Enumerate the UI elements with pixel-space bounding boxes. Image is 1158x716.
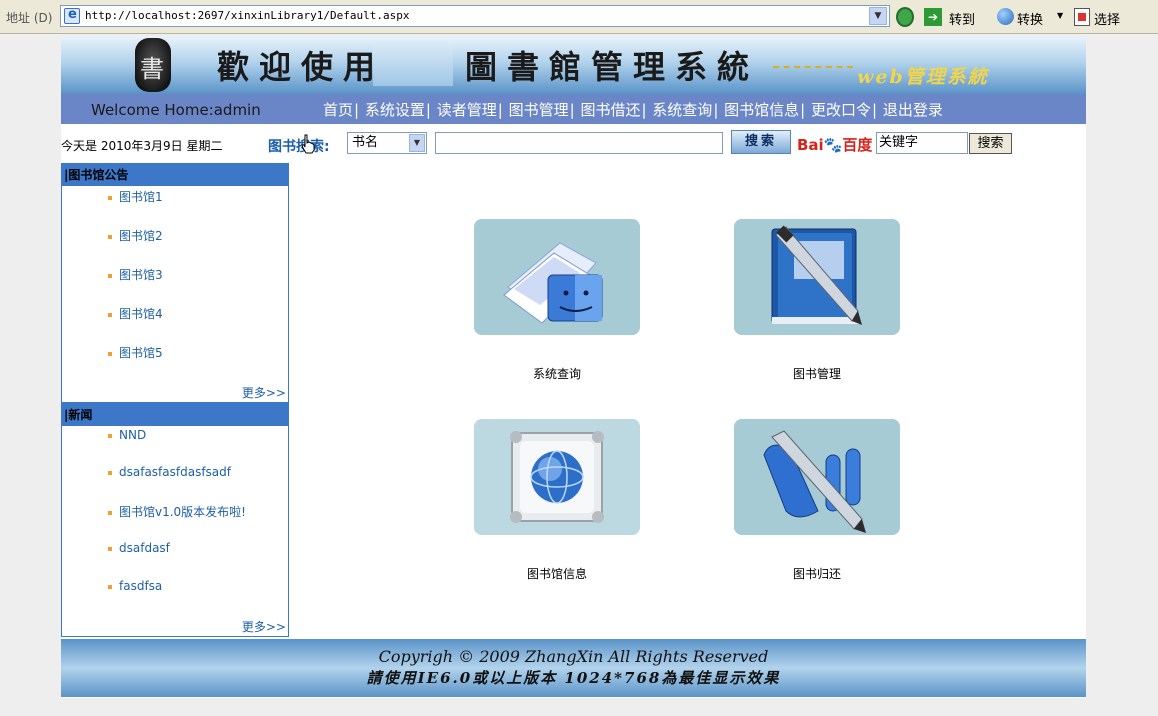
- book-search-label: 图书搜索:: [268, 139, 330, 155]
- news-item[interactable]: dsafdasf: [108, 541, 170, 555]
- seal-logo-icon: [135, 38, 171, 92]
- nav-link-change-password[interactable]: 更改口令: [811, 99, 871, 120]
- book-return-tile-label[interactable]: 图书归还: [734, 565, 900, 582]
- nav-link-logout[interactable]: 退出登录: [883, 99, 943, 120]
- nav-link-home[interactable]: 首页: [323, 99, 353, 120]
- news-item[interactable]: 图书馆v1.0版本发布啦!: [108, 503, 246, 520]
- announcements-panel: |图书馆公告 图书馆1 图书馆2 图书馆3 图书馆4 图书馆5 更多>>: [61, 163, 289, 403]
- banner-title-2: 圖書館管理系統: [465, 48, 760, 86]
- nav-link-borrow-return[interactable]: 图书借还: [580, 99, 640, 120]
- date-text: 今天是 2010年3月9日 星期二: [61, 139, 223, 153]
- banner-title-1: 歡迎使用: [217, 48, 386, 86]
- announcements-title: |图书馆公告: [62, 164, 288, 186]
- baidu-keyword-input[interactable]: 关键字: [876, 132, 968, 154]
- finder-docs-icon: [474, 219, 640, 335]
- library-info-tile-label[interactable]: 图书馆信息: [474, 565, 640, 582]
- go-button[interactable]: 转到: [949, 9, 975, 28]
- go-arrow-icon[interactable]: ➔: [924, 8, 942, 26]
- hand-cursor-icon: [301, 134, 315, 154]
- nav-link-book-management[interactable]: 图书管理: [509, 99, 569, 120]
- nav-link-reader-management[interactable]: 读者管理: [437, 99, 497, 120]
- system-query-tile[interactable]: [474, 219, 640, 335]
- news-item[interactable]: NND: [108, 428, 146, 442]
- baidu-logo-tail: 百度: [842, 136, 873, 154]
- nav-link-system-settings[interactable]: 系统设置: [365, 99, 425, 120]
- baidu-logo: Bai🐾百度: [797, 134, 872, 155]
- book-return-tile[interactable]: [734, 419, 900, 535]
- baidu-search-button[interactable]: 搜索: [969, 133, 1012, 154]
- book-management-tile[interactable]: [734, 219, 900, 335]
- announcement-item[interactable]: 图书馆4: [108, 305, 163, 322]
- convert-button[interactable]: 转换: [1017, 9, 1043, 28]
- select-pdf-icon[interactable]: [1074, 8, 1090, 26]
- news-item[interactable]: fasdfsa: [108, 579, 162, 593]
- pen-paper-icon: [734, 419, 900, 535]
- book-pen-icon: [734, 219, 900, 335]
- search-field-value: 书名: [352, 135, 379, 150]
- news-item[interactable]: dsafasfasfdasfsadf: [108, 465, 231, 479]
- copyright-text: Copyrigh © 2009 ZhangXin All Rights Rese…: [378, 647, 769, 666]
- search-field-select[interactable]: 书名 ▼: [347, 132, 427, 154]
- select-button[interactable]: 选择: [1094, 9, 1120, 28]
- address-input[interactable]: http://localhost:2697/xinxinLibrary1/Def…: [60, 5, 890, 27]
- system-query-tile-label[interactable]: 系统查询: [474, 365, 640, 382]
- banner-subtitle: web管理系統: [857, 66, 989, 88]
- header-banner: 歡迎使用 圖書館管理系統 web管理系統: [61, 36, 1086, 94]
- browser-recommendation-text: 請使用IE6.0或以上版本 1024*768為最佳显示效果: [366, 669, 781, 687]
- nav-links: 首页| 系统设置| 读者管理| 图书管理| 图书借还| 系统查询| 图书馆信息|…: [323, 99, 943, 120]
- library-info-tile[interactable]: [474, 419, 640, 535]
- banner-dashes: [773, 66, 853, 68]
- book-search-button[interactable]: 搜索: [731, 130, 791, 154]
- banner-blurred-name: [373, 44, 453, 86]
- book-search-input[interactable]: [435, 132, 723, 154]
- nav-link-library-info[interactable]: 图书馆信息: [724, 99, 799, 120]
- convert-icon[interactable]: [997, 8, 1014, 25]
- globe-frame-icon: [474, 419, 640, 535]
- announcements-more-link[interactable]: 更多>>: [242, 384, 286, 401]
- book-management-tile-label[interactable]: 图书管理: [734, 365, 900, 382]
- main-navbar: Welcome Home:admin 首页| 系统设置| 读者管理| 图书管理|…: [61, 94, 1086, 124]
- convert-dropdown-icon[interactable]: ▼: [1057, 11, 1063, 20]
- shield-icon[interactable]: [896, 7, 914, 27]
- baidu-logo-text: Bai: [797, 136, 824, 154]
- footer: Copyrigh © 2009 ZhangXin All Rights Rese…: [61, 639, 1086, 697]
- browser-address-bar: 地址 (D) http://localhost:2697/xinxinLibra…: [0, 0, 1158, 34]
- chevron-down-icon[interactable]: ▼: [409, 134, 425, 152]
- baidu-paw-icon: 🐾: [823, 136, 843, 154]
- news-title: |新闻: [62, 404, 288, 426]
- nav-link-system-query[interactable]: 系统查询: [652, 99, 712, 120]
- page-frame: 歡迎使用 圖書館管理系統 web管理系統 Welcome Home:admin …: [61, 36, 1086, 698]
- news-panel: |新闻 NND dsafasfasfdasfsadf 图书馆v1.0版本发布啦!…: [61, 403, 289, 637]
- announcement-item[interactable]: 图书馆1: [108, 188, 163, 205]
- ie-page-icon: [64, 7, 80, 24]
- announcement-item[interactable]: 图书馆5: [108, 344, 163, 361]
- search-row: 今天是 2010年3月9日 星期二 图书搜索: 书名 ▼ 搜索 Bai🐾百度 关…: [61, 128, 1086, 158]
- address-url: http://localhost:2697/xinxinLibrary1/Def…: [85, 9, 410, 22]
- announcement-item[interactable]: 图书馆3: [108, 266, 163, 283]
- address-dropdown-icon[interactable]: ▼: [869, 7, 887, 25]
- news-more-link[interactable]: 更多>>: [242, 618, 286, 635]
- welcome-text: Welcome Home:admin: [91, 101, 261, 119]
- announcement-item[interactable]: 图书馆2: [108, 227, 163, 244]
- address-label: 地址 (D): [6, 11, 53, 25]
